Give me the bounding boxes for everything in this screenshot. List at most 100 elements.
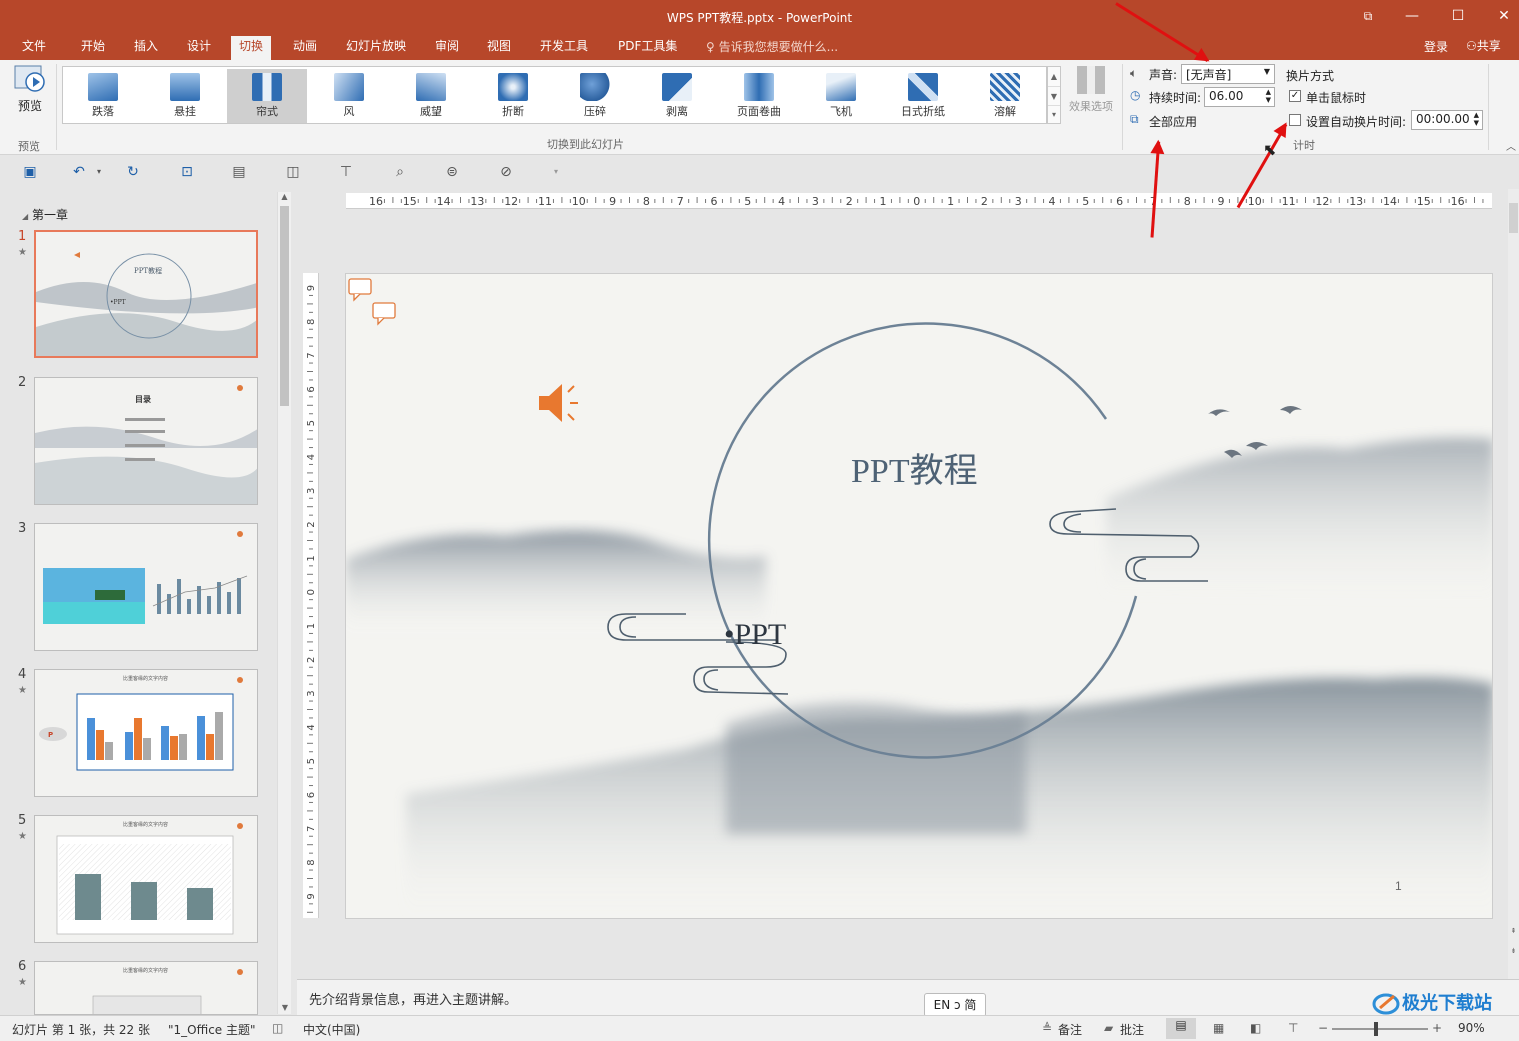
- transition-fall-over[interactable]: 跌落: [63, 69, 143, 123]
- scroll-up-icon[interactable]: ▲: [1048, 67, 1060, 86]
- zoom-in-icon[interactable]: +: [1432, 1021, 1442, 1035]
- preview-button[interactable]: 预览: [12, 64, 48, 120]
- ribbon-display-icon[interactable]: ⧉: [1356, 6, 1380, 26]
- transition-label: 风: [343, 105, 355, 118]
- transition-dissolve[interactable]: 溶解: [965, 69, 1045, 123]
- transition-drape[interactable]: 悬挂: [145, 69, 225, 123]
- tab-transitions[interactable]: 切换: [231, 36, 272, 60]
- minimize-button[interactable]: —: [1400, 6, 1424, 26]
- slideshow-icon[interactable]: ⊤: [337, 163, 355, 181]
- canvas-scrollbar[interactable]: ⇞ ⇟: [1508, 189, 1519, 979]
- auto-advance-time[interactable]: 00:00.00 ▲ ▼: [1411, 110, 1483, 130]
- login-link[interactable]: 登录: [1424, 38, 1448, 55]
- transition-fracture[interactable]: 折断: [473, 69, 553, 123]
- speaker-icon[interactable]: [539, 384, 578, 422]
- scroll-down-icon[interactable]: ▼: [1048, 86, 1060, 105]
- preview-label: 预览: [17, 99, 42, 113]
- sound-dropdown[interactable]: [无声音] ▼: [1181, 64, 1275, 84]
- layout-icon[interactable]: ▤: [230, 163, 248, 181]
- comment-icon[interactable]: [372, 302, 396, 326]
- share-button[interactable]: ⚇共享: [1466, 37, 1501, 54]
- transition-page-curl[interactable]: 页面卷曲: [719, 69, 799, 123]
- apply-all-button[interactable]: 全部应用: [1149, 113, 1197, 130]
- slide-subtitle[interactable]: •PPT: [724, 618, 786, 651]
- reading-view-icon[interactable]: ◧: [1250, 1021, 1261, 1035]
- effect-options-button[interactable]: 效果选项: [1066, 66, 1116, 128]
- presenter-icon[interactable]: ◫: [284, 163, 302, 181]
- ruler-label: 2: [306, 521, 317, 527]
- tab-view[interactable]: 视图: [487, 38, 511, 60]
- comment-icon[interactable]: [348, 278, 372, 302]
- slide-sorter-icon[interactable]: ▦: [1213, 1021, 1224, 1035]
- ribbon-tabs: 文件 开始 插入 设计 切换 动画 幻灯片放映 审阅 视图 开发工具 PDF工具…: [0, 34, 1519, 60]
- speaker-icon: 🔈︎: [1130, 66, 1138, 80]
- undo-icon[interactable]: ↶: [70, 163, 88, 181]
- prev-slide-icon[interactable]: ⇞: [1508, 927, 1519, 935]
- language-indicator[interactable]: 中文(中国): [303, 1021, 360, 1038]
- spinner-arrows-icon[interactable]: ▲ ▼: [1474, 111, 1479, 127]
- spellcheck-icon[interactable]: ◫: [272, 1021, 283, 1035]
- link-icon[interactable]: ⊘: [497, 163, 515, 181]
- zoom-slider-thumb[interactable]: [1374, 1022, 1378, 1036]
- transition-wind[interactable]: 风: [309, 69, 389, 123]
- duration-spinner[interactable]: 06.00 ▲ ▼: [1204, 87, 1275, 107]
- section-header[interactable]: ◢ 第一章: [22, 206, 68, 223]
- current-slide[interactable]: PPT教程 •PPT 1: [345, 273, 1493, 919]
- notes-text[interactable]: 先介绍背景信息，再进入主题讲解。: [309, 989, 517, 1008]
- slide-thumbnail-5[interactable]: 比重客缘的文字内容: [34, 815, 258, 943]
- gallery-scroll[interactable]: ▲ ▼ ▾: [1047, 66, 1061, 124]
- notes-pane[interactable]: 先介绍背景信息，再进入主题讲解。: [297, 979, 1519, 1015]
- record-icon[interactable]: ⊜: [443, 163, 461, 181]
- close-button[interactable]: ✕: [1492, 6, 1516, 26]
- slide-thumbnail-1[interactable]: PPT教程 •PPT: [34, 230, 258, 358]
- transition-crush[interactable]: 压碎: [555, 69, 635, 123]
- tab-design[interactable]: 设计: [187, 38, 211, 60]
- zoom-slider[interactable]: [1332, 1028, 1428, 1030]
- slide-title[interactable]: PPT教程: [851, 452, 978, 490]
- transition-prestige[interactable]: 威望: [391, 69, 471, 123]
- zoom-icon[interactable]: ⌕: [391, 163, 409, 181]
- scrollbar-thumb[interactable]: [280, 206, 289, 406]
- tab-animations[interactable]: 动画: [293, 38, 317, 60]
- transition-airplane[interactable]: 飞机: [801, 69, 881, 123]
- maximize-button[interactable]: ☐: [1446, 6, 1470, 26]
- tab-insert[interactable]: 插入: [134, 38, 158, 60]
- tell-me-box[interactable]: ♀ 告诉我您想要做什么...: [706, 38, 838, 55]
- transition-curtains[interactable]: 帘式: [227, 69, 307, 123]
- tab-review[interactable]: 审阅: [435, 38, 459, 60]
- tab-developer[interactable]: 开发工具: [540, 38, 588, 60]
- collapse-ribbon-icon[interactable]: ︿: [1506, 138, 1516, 153]
- thumbnail-scrollbar[interactable]: ▲ ▼: [277, 192, 291, 1014]
- slideshow-view-icon[interactable]: ⊤: [1288, 1021, 1298, 1035]
- scroll-up-icon[interactable]: ▲: [278, 192, 291, 201]
- zoom-level[interactable]: 90%: [1458, 1021, 1485, 1035]
- animation-star-icon: ★: [18, 685, 27, 696]
- transition-origami[interactable]: 日式折纸: [883, 69, 963, 123]
- collapse-triangle-icon[interactable]: ◢: [22, 212, 28, 221]
- gallery-expand-icon[interactable]: ▾: [1048, 105, 1060, 123]
- comments-toggle[interactable]: 批注: [1120, 1021, 1144, 1038]
- customize-qat-icon[interactable]: ▾: [547, 163, 565, 181]
- undo-dropdown-icon[interactable]: ▾: [90, 163, 108, 181]
- on-click-checkbox[interactable]: ✓: [1289, 90, 1301, 102]
- tab-home[interactable]: 开始: [81, 38, 105, 60]
- save-icon[interactable]: ▣: [21, 163, 39, 181]
- tab-file[interactable]: 文件: [22, 38, 46, 60]
- slide-thumbnail-3[interactable]: [34, 523, 258, 651]
- redo-icon[interactable]: ↻: [124, 163, 142, 181]
- scroll-down-icon[interactable]: ▼: [278, 1003, 292, 1012]
- scrollbar-thumb[interactable]: [1509, 203, 1518, 233]
- slide-thumbnail-4[interactable]: 比重客缘的文字内容 P: [34, 669, 258, 797]
- next-slide-icon[interactable]: ⇟: [1508, 947, 1519, 955]
- spinner-arrows-icon[interactable]: ▲ ▼: [1266, 88, 1271, 104]
- zoom-out-icon[interactable]: −: [1318, 1021, 1328, 1035]
- transition-peel-off[interactable]: 剥离: [637, 69, 717, 123]
- tab-slideshow[interactable]: 幻灯片放映: [346, 38, 406, 60]
- from-beginning-icon[interactable]: ⊡: [178, 163, 196, 181]
- notes-toggle[interactable]: 备注: [1058, 1021, 1082, 1038]
- normal-view-icon[interactable]: ▤: [1166, 1018, 1196, 1039]
- slide-thumbnail-2[interactable]: 目录: [34, 377, 258, 505]
- ime-indicator[interactable]: EN ↄ 简: [924, 993, 986, 1017]
- tab-pdf-tools[interactable]: PDF工具集: [618, 38, 677, 60]
- slide-thumbnail-6[interactable]: 比重客缘的文字内容: [34, 961, 258, 1015]
